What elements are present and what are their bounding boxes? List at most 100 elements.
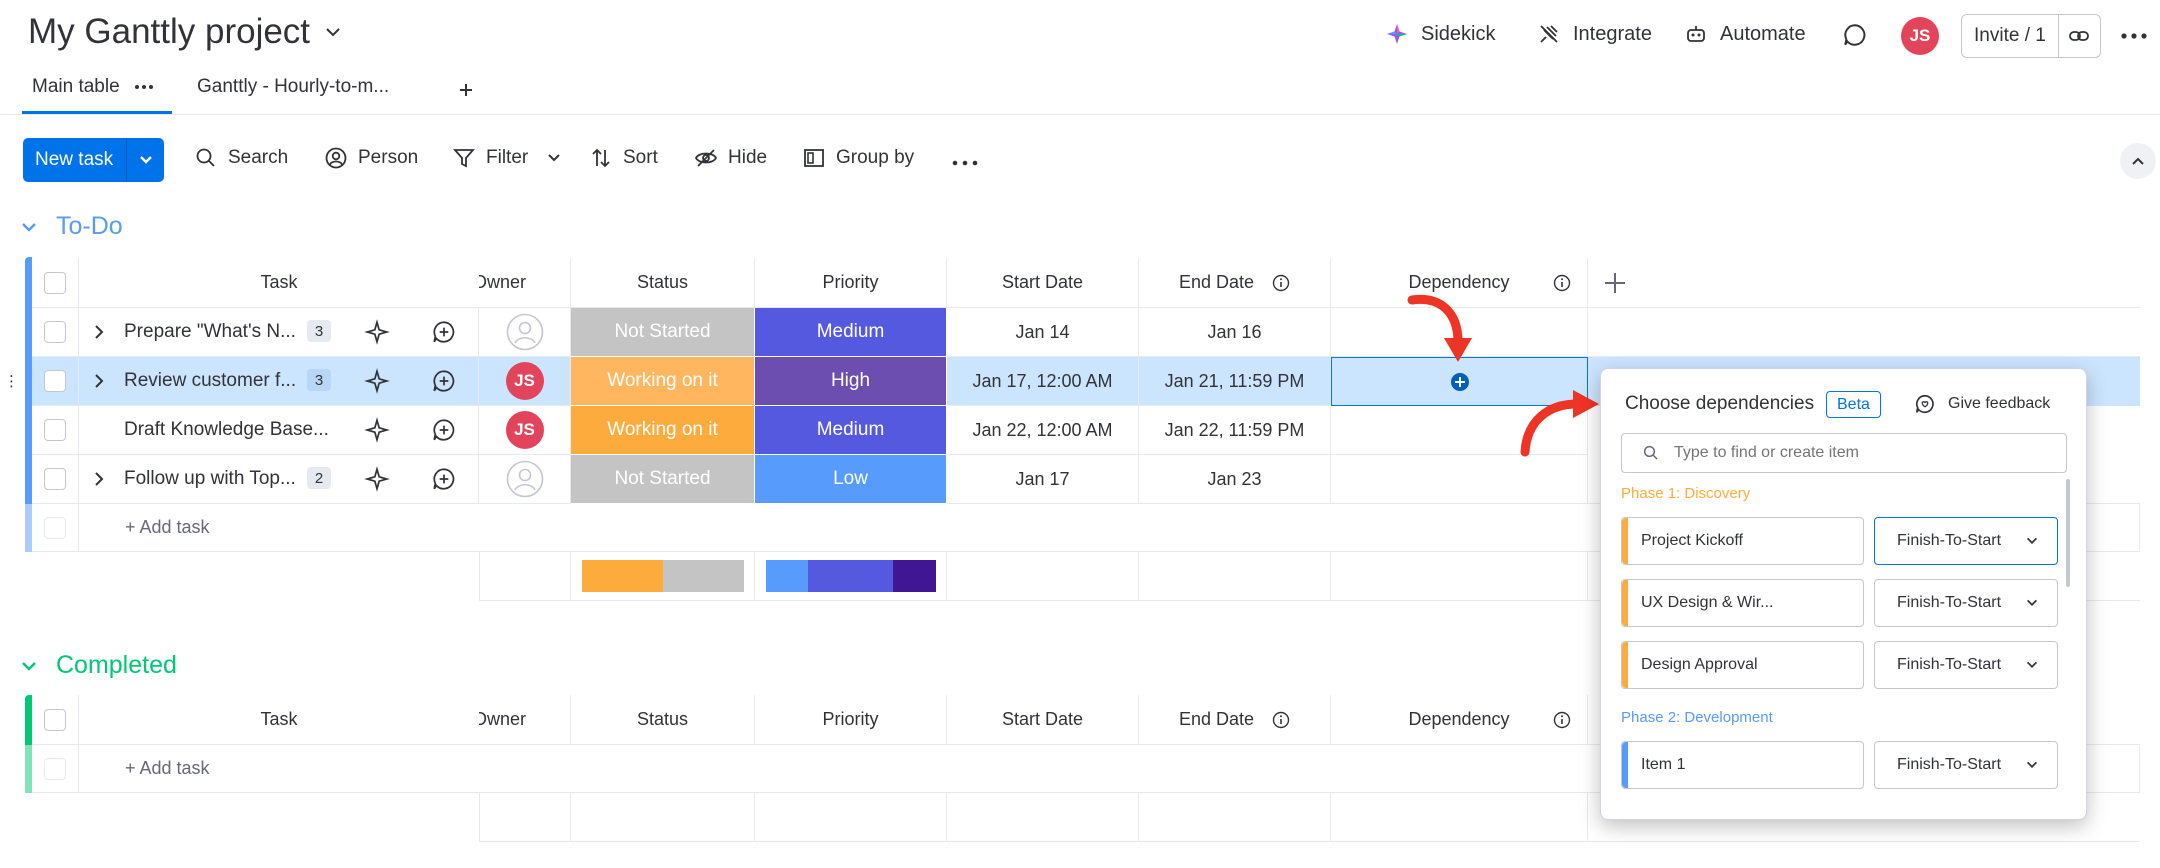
new-task-dropdown[interactable]	[127, 152, 164, 168]
sidekick-button[interactable]: Sidekick	[1385, 22, 1495, 46]
integrate-button[interactable]: Integrate	[1537, 22, 1652, 46]
copy-link-button[interactable]	[2059, 24, 2100, 48]
status-cell[interactable]: Working on it	[571, 406, 755, 455]
status-cell[interactable]: Working on it	[571, 357, 755, 406]
start-date-cell[interactable]: Jan 14	[947, 308, 1139, 357]
hide-tool[interactable]: Hide	[694, 146, 767, 170]
dependency-item[interactable]: Item 1	[1621, 741, 1864, 789]
row-checkbox-cell[interactable]	[32, 455, 79, 504]
priority-summary-bar[interactable]	[765, 560, 936, 592]
sort-tool[interactable]: Sort	[589, 146, 658, 170]
toolbar-more-button[interactable]	[952, 154, 978, 172]
add-update-icon[interactable]	[431, 319, 457, 345]
group-header-completed[interactable]: Completed	[20, 651, 177, 680]
start-date-cell[interactable]: Jan 17	[947, 455, 1139, 504]
sparkle-icon[interactable]	[363, 417, 390, 443]
add-update-icon[interactable]	[431, 466, 457, 492]
add-update-icon[interactable]	[431, 368, 457, 394]
collapse-header-button[interactable]	[2120, 143, 2156, 179]
owner-cell[interactable]: JS	[479, 357, 571, 406]
row-checkbox-cell[interactable]	[32, 308, 79, 357]
column-header-status[interactable]: Status	[571, 258, 755, 308]
dependency-type-select[interactable]: Finish-To-Start	[1874, 579, 2058, 627]
task-name[interactable]: Prepare "What's N...	[124, 321, 296, 343]
dependency-type-select[interactable]: Finish-To-Start	[1874, 517, 2058, 565]
column-header-priority[interactable]: Priority	[755, 695, 947, 745]
row-checkbox-cell[interactable]	[32, 406, 79, 455]
sparkle-icon[interactable]	[363, 466, 390, 492]
priority-cell[interactable]: Medium	[755, 406, 947, 455]
priority-summary-cell[interactable]	[755, 552, 947, 601]
expand-chevron-icon[interactable]	[90, 470, 108, 488]
filter-tool[interactable]: Filter	[452, 146, 562, 170]
tab-main-table[interactable]: Main table	[32, 76, 154, 98]
priority-cell[interactable]: Low	[755, 455, 947, 504]
column-header-task[interactable]: Task	[79, 695, 479, 745]
task-name[interactable]: Draft Knowledge Base...	[124, 419, 329, 441]
expand-chevron-icon[interactable]	[90, 372, 108, 390]
status-summary-cell[interactable]	[571, 552, 755, 601]
priority-cell[interactable]: High	[755, 357, 947, 406]
column-header-dependency[interactable]: Dependency	[1331, 695, 1588, 745]
owner-cell[interactable]	[479, 455, 571, 504]
column-header-owner[interactable]: Owner	[479, 695, 571, 745]
updates-button[interactable]	[1842, 22, 1868, 53]
more-menu-button[interactable]	[2120, 26, 2148, 51]
more-dots-icon[interactable]	[134, 83, 154, 91]
add-view-button[interactable]	[456, 80, 476, 105]
end-date-cell[interactable]: Jan 22, 11:59 PM	[1139, 406, 1331, 455]
owner-cell[interactable]: JS	[479, 406, 571, 455]
row-drag-handle[interactable]: ⋮	[4, 372, 19, 390]
info-icon[interactable]	[1553, 274, 1571, 292]
dependency-search-input[interactable]	[1674, 444, 2054, 462]
dependency-item[interactable]: Design Approval	[1621, 641, 1864, 689]
owner-cell[interactable]	[479, 308, 571, 357]
row-checkbox[interactable]	[44, 468, 66, 490]
row-checkbox[interactable]	[44, 321, 66, 343]
status-summary-bar[interactable]	[581, 560, 744, 592]
dependency-item[interactable]: Project Kickoff	[1621, 517, 1864, 565]
task-name[interactable]: Follow up with Top...	[124, 468, 296, 490]
column-header-end-date[interactable]: End Date	[1139, 258, 1331, 308]
group-header-todo[interactable]: To-Do	[20, 212, 123, 241]
sparkle-icon[interactable]	[363, 368, 390, 394]
row-checkbox-cell[interactable]	[32, 357, 79, 406]
info-icon[interactable]	[1272, 711, 1290, 729]
task-name[interactable]: Review customer f...	[124, 370, 296, 392]
end-date-cell[interactable]: Jan 16	[1139, 308, 1331, 357]
dependency-item[interactable]: UX Design & Wir...	[1621, 579, 1864, 627]
person-tool[interactable]: Person	[324, 146, 418, 170]
search-tool[interactable]: Search	[194, 146, 288, 170]
automate-button[interactable]: Automate	[1684, 22, 1806, 46]
chevron-down-icon[interactable]	[324, 23, 342, 41]
row-checkbox[interactable]	[44, 419, 66, 441]
dependency-type-select[interactable]: Finish-To-Start	[1874, 741, 2058, 789]
start-date-cell[interactable]: Jan 17, 12:00 AM	[947, 357, 1139, 406]
subitem-count[interactable]: 3	[307, 320, 331, 342]
select-all-cell[interactable]	[32, 258, 79, 308]
sparkle-icon[interactable]	[363, 319, 390, 345]
start-date-cell[interactable]: Jan 22, 12:00 AM	[947, 406, 1139, 455]
add-update-icon[interactable]	[431, 417, 457, 443]
expand-chevron-icon[interactable]	[90, 323, 108, 341]
add-column-button[interactable]	[1602, 270, 1628, 301]
select-all-cell[interactable]	[32, 695, 79, 745]
dependency-search[interactable]	[1621, 433, 2067, 473]
dependency-type-select[interactable]: Finish-To-Start	[1874, 641, 2058, 689]
info-icon[interactable]	[1553, 711, 1571, 729]
column-header-start-date[interactable]: Start Date	[947, 695, 1139, 745]
select-all-checkbox[interactable]	[44, 271, 66, 294]
priority-cell[interactable]: Medium	[755, 308, 947, 357]
chevron-down-icon[interactable]	[20, 657, 38, 675]
row-checkbox[interactable]	[44, 370, 66, 392]
tab-ganttly[interactable]: Ganttly - Hourly-to-m...	[197, 76, 389, 98]
info-icon[interactable]	[1272, 274, 1290, 292]
group-by-tool[interactable]: Group by	[802, 146, 914, 170]
chevron-down-icon[interactable]	[546, 150, 562, 166]
add-circle-icon[interactable]	[1450, 372, 1470, 392]
column-header-priority[interactable]: Priority	[755, 258, 947, 308]
subitem-count[interactable]: 3	[307, 369, 331, 391]
column-header-task[interactable]: Task	[79, 258, 479, 308]
column-header-owner[interactable]: Owner	[479, 258, 571, 308]
column-header-end-date[interactable]: End Date	[1139, 695, 1331, 745]
